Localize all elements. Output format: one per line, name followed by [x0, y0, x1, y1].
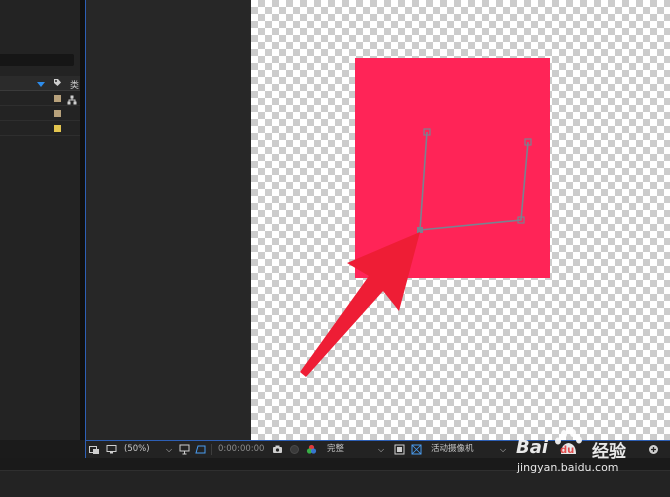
watermark-brand-du: du — [560, 445, 575, 456]
camera-icon[interactable] — [272, 444, 283, 455]
monitor-icon[interactable] — [106, 444, 117, 455]
canvas-overlay — [300, 58, 550, 377]
add-icon[interactable] — [648, 444, 659, 455]
watermark-brand: Bai — [516, 437, 549, 458]
rgb-icon[interactable] — [306, 444, 317, 455]
timeline-panel — [0, 470, 670, 497]
path-vertex-handle[interactable] — [417, 227, 423, 233]
resolution-select[interactable]: 完整 — [327, 444, 344, 455]
current-time[interactable]: 0:00:00:00 — [218, 444, 264, 455]
fast-preview-icon[interactable] — [394, 444, 405, 455]
color-channel-icon[interactable] — [289, 444, 300, 455]
zoom-dropdown-icon[interactable]: ⌵ — [166, 444, 172, 455]
fit-icon[interactable] — [179, 444, 190, 455]
view-select[interactable]: 活动摄像机 — [431, 444, 474, 455]
watermark-product: 经验 — [592, 442, 626, 462]
roi-icon[interactable] — [195, 444, 206, 455]
transparency-grid-icon[interactable] — [411, 444, 422, 455]
toolbar-separator — [211, 444, 212, 455]
watermark-url: jingyan.baidu.com — [517, 461, 619, 474]
resolution-dropdown-icon[interactable]: ⌵ — [378, 444, 384, 455]
solid-layer[interactable] — [355, 58, 550, 278]
zoom-level[interactable]: (50%) — [124, 444, 150, 455]
view-dropdown-icon[interactable]: ⌵ — [500, 444, 506, 455]
mask-toggle-icon[interactable] — [89, 444, 100, 455]
